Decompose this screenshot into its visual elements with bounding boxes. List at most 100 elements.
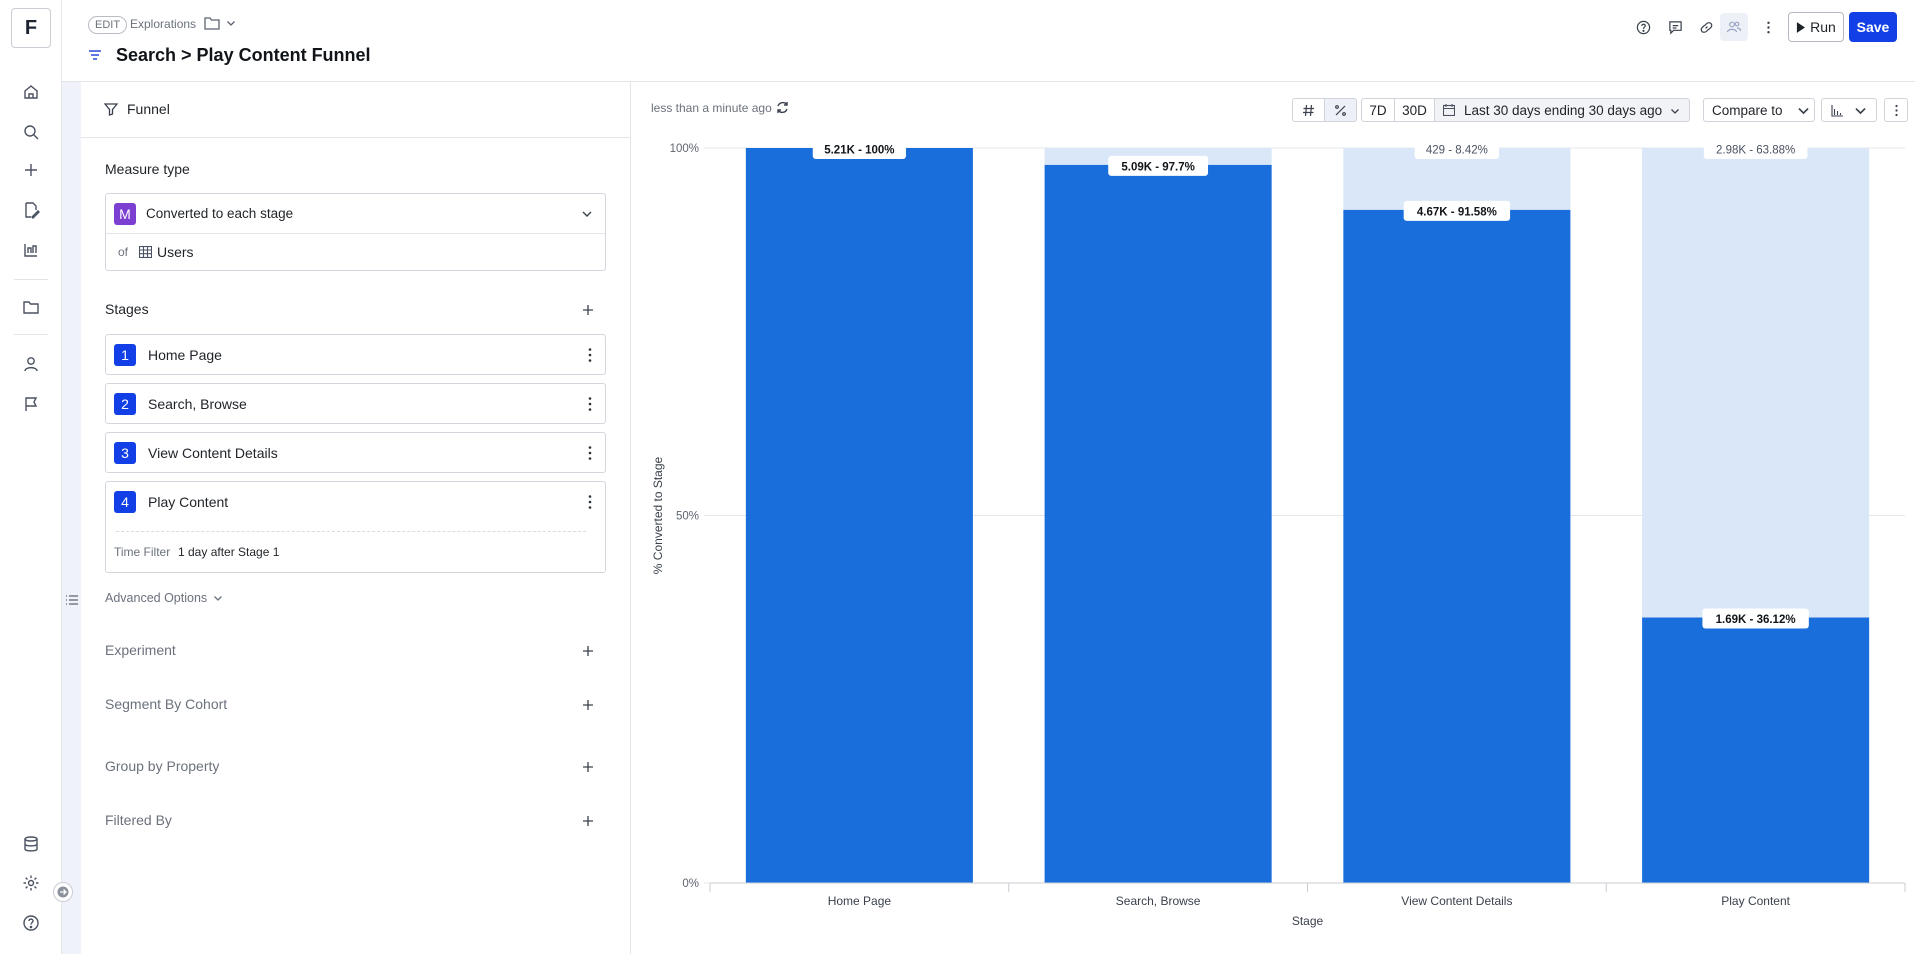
more-options-icon[interactable] bbox=[1758, 17, 1778, 37]
filtered-by-section[interactable]: Filtered By bbox=[105, 812, 172, 828]
table-icon bbox=[139, 246, 152, 258]
nav-rail: F bbox=[0, 0, 62, 954]
app-logo[interactable]: F bbox=[11, 8, 51, 48]
add-group-icon[interactable] bbox=[581, 760, 595, 774]
measure-type-select[interactable]: M Converted to each stage of Users bbox=[105, 193, 606, 271]
add-icon[interactable] bbox=[19, 158, 43, 182]
play-icon bbox=[1797, 21, 1806, 33]
rail-divider bbox=[14, 279, 48, 280]
edit-badge[interactable]: EDIT bbox=[88, 16, 128, 34]
dropoff-label: 2.98K - 63.88% bbox=[1716, 145, 1795, 157]
user-icon[interactable] bbox=[19, 352, 43, 376]
page-title: Search > Play Content Funnel bbox=[116, 45, 371, 65]
advanced-options-toggle[interactable]: Advanced Options bbox=[105, 591, 223, 605]
stage-label: Search, Browse bbox=[148, 396, 247, 412]
add-stage-icon[interactable] bbox=[581, 303, 595, 317]
database-icon[interactable] bbox=[19, 832, 43, 856]
stage-number: 3 bbox=[114, 442, 136, 464]
data-label: 5.21K - 100% bbox=[824, 145, 894, 157]
stage-row[interactable]: 2 Search, Browse bbox=[105, 383, 606, 424]
measure-badge: M bbox=[114, 203, 136, 225]
measure-value: Converted to each stage bbox=[146, 206, 294, 221]
stage-number: 2 bbox=[114, 393, 136, 415]
stage-label: View Content Details bbox=[148, 445, 278, 461]
query-config-panel: Funnel Measure type M Converted to each … bbox=[81, 82, 631, 954]
time-filter-label: Time Filter bbox=[114, 545, 171, 559]
stage-label: Play Content bbox=[148, 494, 229, 510]
time-filter-value[interactable]: 1 day after Stage 1 bbox=[178, 545, 279, 559]
of-label: of bbox=[118, 245, 129, 259]
chevron-down-icon bbox=[214, 596, 223, 601]
dropoff-label: 429 - 8.42% bbox=[1426, 145, 1488, 157]
comment-icon[interactable] bbox=[1665, 17, 1685, 37]
add-filter-icon[interactable] bbox=[581, 814, 595, 828]
collapse-sidebar-icon[interactable] bbox=[53, 882, 73, 902]
of-value[interactable]: Users bbox=[157, 244, 194, 260]
link-icon[interactable] bbox=[1696, 17, 1716, 37]
y-tick-label: 100% bbox=[670, 143, 699, 155]
home-icon[interactable] bbox=[19, 80, 43, 104]
rail-divider bbox=[14, 334, 48, 335]
x-tick-label: Search, Browse bbox=[1116, 894, 1201, 908]
funnel-icon bbox=[104, 103, 118, 116]
panel-title: Funnel bbox=[127, 101, 170, 117]
measure-select-row[interactable]: M Converted to each stage bbox=[106, 194, 605, 234]
save-button[interactable]: Save bbox=[1849, 12, 1897, 42]
bar-converted bbox=[1044, 164, 1272, 883]
stage-number: 4 bbox=[114, 491, 136, 513]
bar-converted bbox=[1642, 617, 1870, 883]
more-options-icon[interactable] bbox=[587, 396, 593, 412]
x-axis-title: Stage bbox=[1292, 914, 1324, 928]
stage-label: Home Page bbox=[148, 347, 222, 363]
help-icon[interactable] bbox=[19, 911, 43, 935]
y-axis-title: % Converted to Stage bbox=[651, 456, 665, 574]
edit-document-icon[interactable] bbox=[19, 198, 43, 222]
bar-dropoff bbox=[1642, 148, 1870, 618]
funnel-chart: 0% 50% 100% 5.21K - 100% Home Page 5.09K - 97… bbox=[651, 139, 1906, 928]
flag-icon[interactable] bbox=[19, 392, 43, 416]
experiment-section[interactable]: Experiment bbox=[105, 642, 176, 658]
folder-icon[interactable] bbox=[204, 16, 220, 30]
more-options-icon[interactable] bbox=[587, 445, 593, 461]
data-label: 1.69K - 36.12% bbox=[1716, 614, 1796, 626]
stage-row[interactable]: 3 View Content Details bbox=[105, 432, 606, 473]
search-icon[interactable] bbox=[19, 120, 43, 144]
data-label: 5.09K - 97.7% bbox=[1121, 161, 1195, 173]
list-icon[interactable] bbox=[65, 594, 79, 606]
x-tick-label: View Content Details bbox=[1401, 894, 1512, 908]
panel-gutter bbox=[62, 82, 81, 954]
bar-converted bbox=[1343, 209, 1571, 884]
app-root: F EDIT Explorations Search > Play Conten… bbox=[0, 0, 1915, 954]
bar-converted bbox=[745, 148, 973, 883]
more-options-icon[interactable] bbox=[587, 494, 593, 510]
measure-type-title: Measure type bbox=[105, 161, 190, 177]
y-tick-label: 50% bbox=[676, 511, 699, 523]
segment-by-cohort-section[interactable]: Segment By Cohort bbox=[105, 696, 227, 712]
share-users-icon[interactable] bbox=[1720, 13, 1748, 41]
y-tick-label: 0% bbox=[682, 878, 699, 890]
x-tick-label: Play Content bbox=[1721, 894, 1790, 908]
add-segment-icon[interactable] bbox=[581, 698, 595, 712]
stage-row[interactable]: 1 Home Page bbox=[105, 334, 606, 375]
run-label: Run bbox=[1810, 19, 1836, 35]
panel-header: Funnel bbox=[81, 82, 631, 138]
stage-row[interactable]: 4 Play Content Time Filter 1 day after S… bbox=[105, 481, 606, 573]
folder-icon[interactable] bbox=[19, 295, 43, 319]
help-icon[interactable] bbox=[1633, 17, 1653, 37]
add-experiment-icon[interactable] bbox=[581, 644, 595, 658]
divider bbox=[116, 531, 586, 532]
advanced-options-label: Advanced Options bbox=[105, 591, 208, 605]
x-tick-label: Home Page bbox=[828, 894, 892, 908]
dashboard-icon[interactable] bbox=[19, 238, 43, 262]
breadcrumb[interactable]: Explorations bbox=[130, 17, 196, 31]
data-label: 4.67K - 91.58% bbox=[1417, 206, 1497, 218]
chart-area: less than a minute ago 7D 30D Last 30 da… bbox=[632, 82, 1915, 954]
stage-number: 1 bbox=[114, 344, 136, 366]
stages-title: Stages bbox=[105, 301, 149, 317]
run-button[interactable]: Run bbox=[1788, 12, 1844, 42]
group-by-property-section[interactable]: Group by Property bbox=[105, 758, 219, 774]
more-options-icon[interactable] bbox=[587, 347, 593, 363]
chevron-down-icon[interactable] bbox=[226, 18, 236, 28]
chevron-down-icon[interactable] bbox=[581, 208, 593, 220]
settings-gear-icon[interactable] bbox=[19, 871, 43, 895]
